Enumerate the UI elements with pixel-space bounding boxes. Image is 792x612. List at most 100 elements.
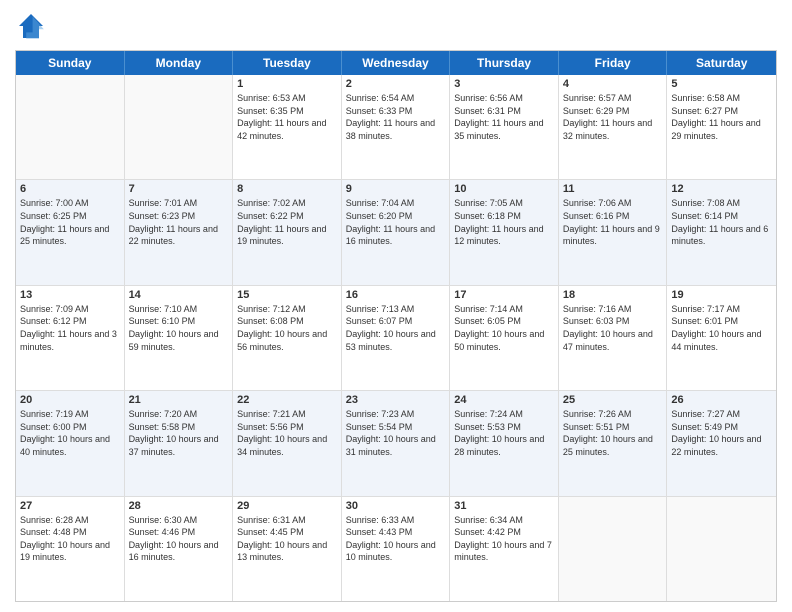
day-info: Sunrise: 6:31 AM Sunset: 4:45 PM Dayligh… [237,514,337,564]
calendar-cell [125,75,234,179]
day-info: Sunrise: 7:00 AM Sunset: 6:25 PM Dayligh… [20,197,120,247]
day-info: Sunrise: 7:08 AM Sunset: 6:14 PM Dayligh… [671,197,772,247]
day-number: 23 [346,394,446,406]
day-info: Sunrise: 7:14 AM Sunset: 6:05 PM Dayligh… [454,303,554,353]
day-info: Sunrise: 7:13 AM Sunset: 6:07 PM Dayligh… [346,303,446,353]
day-info: Sunrise: 6:30 AM Sunset: 4:46 PM Dayligh… [129,514,229,564]
day-info: Sunrise: 7:24 AM Sunset: 5:53 PM Dayligh… [454,408,554,458]
day-info: Sunrise: 7:02 AM Sunset: 6:22 PM Dayligh… [237,197,337,247]
day-info: Sunrise: 7:17 AM Sunset: 6:01 PM Dayligh… [671,303,772,353]
day-number: 22 [237,394,337,406]
day-info: Sunrise: 7:10 AM Sunset: 6:10 PM Dayligh… [129,303,229,353]
calendar-cell: 8Sunrise: 7:02 AM Sunset: 6:22 PM Daylig… [233,180,342,284]
day-number: 12 [671,183,772,195]
calendar-body: 1Sunrise: 6:53 AM Sunset: 6:35 PM Daylig… [16,75,776,601]
calendar-cell: 29 Sunrise: 6:31 AM Sunset: 4:45 PM Dayli… [233,497,342,601]
day-info: Sunrise: 6:57 AM Sunset: 6:29 PM Dayligh… [563,92,663,142]
day-info: Sunrise: 7:06 AM Sunset: 6:16 PM Dayligh… [563,197,663,247]
page: SundayMondayTuesdayWednesdayThursdayFrid… [0,0,792,612]
day-number: 5 [671,78,772,90]
calendar-cell: 9Sunrise: 7:04 AM Sunset: 6:20 PM Daylig… [342,180,451,284]
day-info: Sunrise: 6:58 AM Sunset: 6:27 PM Dayligh… [671,92,772,142]
calendar-cell [16,75,125,179]
day-info: Sunrise: 7:19 AM Sunset: 6:00 PM Dayligh… [20,408,120,458]
calendar-cell: 1Sunrise: 6:53 AM Sunset: 6:35 PM Daylig… [233,75,342,179]
logo-icon [15,10,47,42]
calendar-cell: 21Sunrise: 7:20 AM Sunset: 5:58 PM Dayli… [125,391,234,495]
calendar-cell: 19Sunrise: 7:17 AM Sunset: 6:01 PM Dayli… [667,286,776,390]
day-info: Sunrise: 7:26 AM Sunset: 5:51 PM Dayligh… [563,408,663,458]
day-number: 4 [563,78,663,90]
day-number: 10 [454,183,554,195]
cal-header-day: Friday [559,51,668,75]
calendar-cell: 28 Sunrise: 6:30 AM Sunset: 4:46 PM Dayli… [125,497,234,601]
calendar-cell: 10 Sunrise: 7:05 AM Sunset: 6:18 PM Dayli… [450,180,559,284]
day-info: Sunrise: 7:21 AM Sunset: 5:56 PM Dayligh… [237,408,337,458]
day-number: 7 [129,183,229,195]
calendar-row: 6 Sunrise: 7:00 AM Sunset: 6:25 PM Daylig… [16,180,776,285]
day-number: 21 [129,394,229,406]
header [15,10,777,42]
day-number: 6 [20,183,120,195]
calendar-cell: 4 Sunrise: 6:57 AM Sunset: 6:29 PM Daylig… [559,75,668,179]
calendar-cell: 11 Sunrise: 7:06 AM Sunset: 6:16 PM Dayli… [559,180,668,284]
calendar-cell: 31 Sunrise: 6:34 AM Sunset: 4:42 PM Dayli… [450,497,559,601]
calendar-cell: 17Sunrise: 7:14 AM Sunset: 6:05 PM Dayli… [450,286,559,390]
day-number: 11 [563,183,663,195]
day-number: 27 [20,500,120,512]
calendar-cell: 18 Sunrise: 7:16 AM Sunset: 6:03 PM Dayli… [559,286,668,390]
day-info: Sunrise: 7:12 AM Sunset: 6:08 PM Dayligh… [237,303,337,353]
cal-header-day: Thursday [450,51,559,75]
day-info: Sunrise: 6:33 AM Sunset: 4:43 PM Dayligh… [346,514,446,564]
calendar-cell: 26 Sunrise: 7:27 AM Sunset: 5:49 PM Dayli… [667,391,776,495]
calendar-cell: 14 Sunrise: 7:10 AM Sunset: 6:10 PM Dayli… [125,286,234,390]
day-number: 20 [20,394,120,406]
calendar-row: 13 Sunrise: 7:09 AM Sunset: 6:12 PM Dayli… [16,286,776,391]
day-info: Sunrise: 6:34 AM Sunset: 4:42 PM Dayligh… [454,514,554,564]
day-info: Sunrise: 7:27 AM Sunset: 5:49 PM Dayligh… [671,408,772,458]
cal-header-day: Monday [125,51,234,75]
day-number: 1 [237,78,337,90]
calendar-row: 1Sunrise: 6:53 AM Sunset: 6:35 PM Daylig… [16,75,776,180]
calendar-cell: 7 Sunrise: 7:01 AM Sunset: 6:23 PM Daylig… [125,180,234,284]
day-number: 16 [346,289,446,301]
calendar-cell: 24 Sunrise: 7:24 AM Sunset: 5:53 PM Dayli… [450,391,559,495]
day-number: 28 [129,500,229,512]
calendar-header: SundayMondayTuesdayWednesdayThursdayFrid… [16,51,776,75]
cal-header-day: Saturday [667,51,776,75]
day-info: Sunrise: 7:23 AM Sunset: 5:54 PM Dayligh… [346,408,446,458]
day-number: 14 [129,289,229,301]
calendar-cell: 22 Sunrise: 7:21 AM Sunset: 5:56 PM Dayli… [233,391,342,495]
calendar-cell: 6 Sunrise: 7:00 AM Sunset: 6:25 PM Daylig… [16,180,125,284]
day-number: 30 [346,500,446,512]
cal-header-day: Sunday [16,51,125,75]
calendar-cell: 3 Sunrise: 6:56 AM Sunset: 6:31 PM Daylig… [450,75,559,179]
day-info: Sunrise: 7:04 AM Sunset: 6:20 PM Dayligh… [346,197,446,247]
calendar-cell: 27Sunrise: 6:28 AM Sunset: 4:48 PM Dayli… [16,497,125,601]
day-info: Sunrise: 7:05 AM Sunset: 6:18 PM Dayligh… [454,197,554,247]
day-info: Sunrise: 7:09 AM Sunset: 6:12 PM Dayligh… [20,303,120,353]
day-info: Sunrise: 7:16 AM Sunset: 6:03 PM Dayligh… [563,303,663,353]
calendar-cell: 25Sunrise: 7:26 AM Sunset: 5:51 PM Dayli… [559,391,668,495]
calendar-cell: 16 Sunrise: 7:13 AM Sunset: 6:07 PM Dayli… [342,286,451,390]
day-number: 31 [454,500,554,512]
day-number: 18 [563,289,663,301]
calendar: SundayMondayTuesdayWednesdayThursdayFrid… [15,50,777,602]
day-number: 2 [346,78,446,90]
calendar-cell: 30 Sunrise: 6:33 AM Sunset: 4:43 PM Dayli… [342,497,451,601]
day-info: Sunrise: 6:54 AM Sunset: 6:33 PM Dayligh… [346,92,446,142]
day-number: 13 [20,289,120,301]
calendar-cell: 23 Sunrise: 7:23 AM Sunset: 5:54 PM Dayli… [342,391,451,495]
calendar-cell: 13 Sunrise: 7:09 AM Sunset: 6:12 PM Dayli… [16,286,125,390]
day-number: 3 [454,78,554,90]
cal-header-day: Wednesday [342,51,451,75]
day-number: 24 [454,394,554,406]
logo [15,10,51,42]
day-info: Sunrise: 6:56 AM Sunset: 6:31 PM Dayligh… [454,92,554,142]
day-number: 26 [671,394,772,406]
calendar-cell: 2 Sunrise: 6:54 AM Sunset: 6:33 PM Daylig… [342,75,451,179]
calendar-cell [667,497,776,601]
calendar-row: 27Sunrise: 6:28 AM Sunset: 4:48 PM Dayli… [16,497,776,601]
day-number: 29 [237,500,337,512]
day-info: Sunrise: 7:01 AM Sunset: 6:23 PM Dayligh… [129,197,229,247]
